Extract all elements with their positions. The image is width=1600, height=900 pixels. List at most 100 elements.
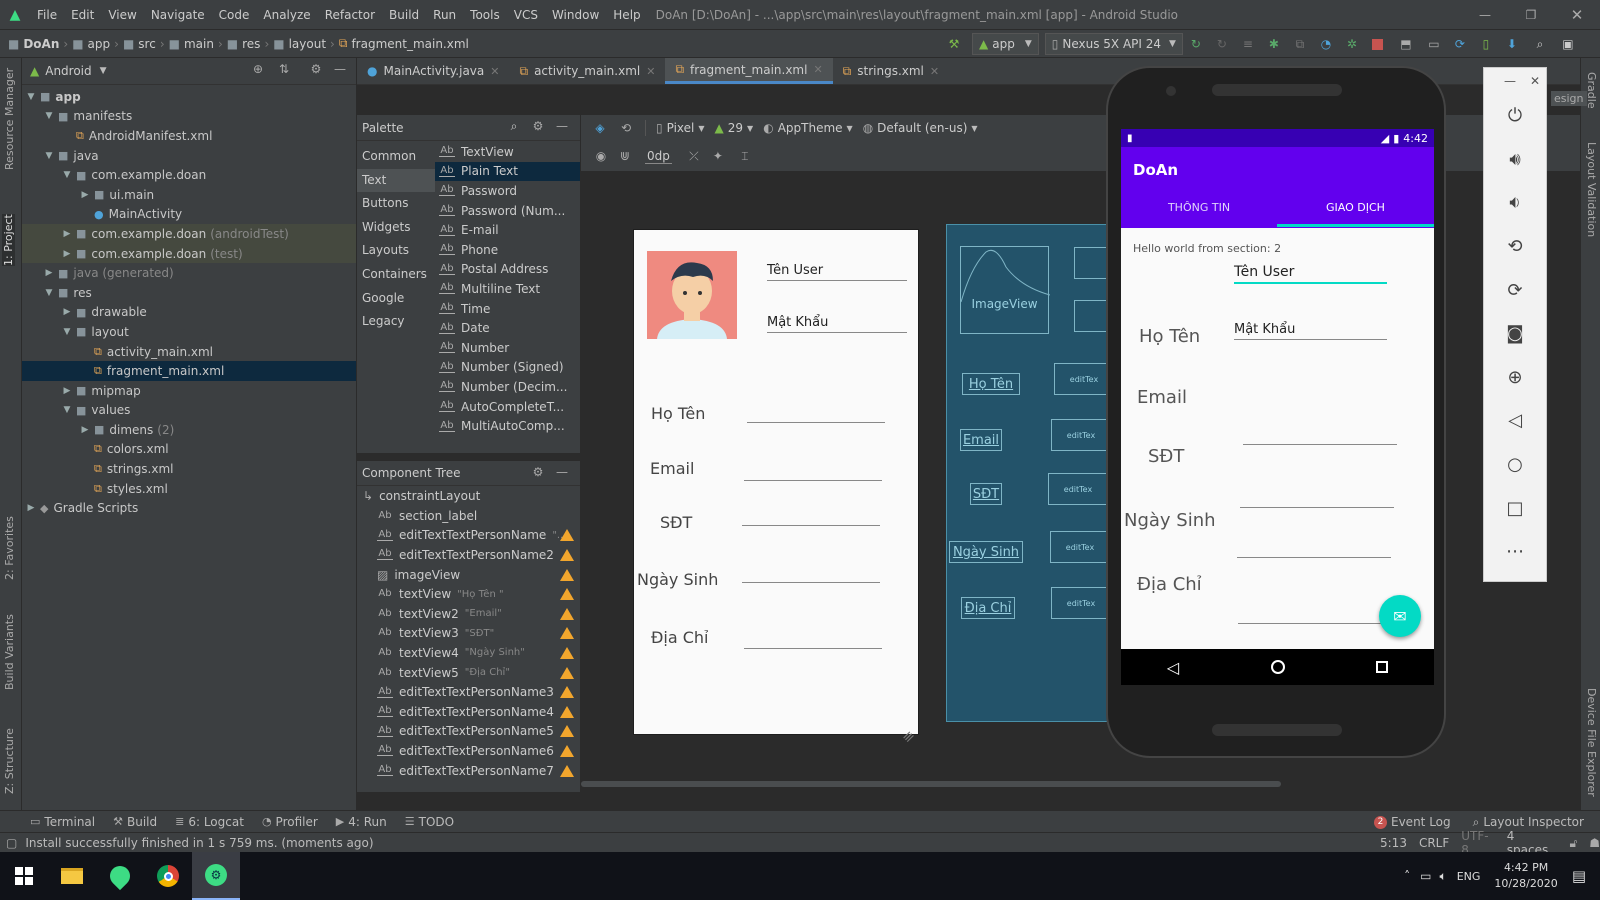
collapsed-arrow-icon[interactable]: ▶ [78,425,92,435]
theme-select[interactable]: AppTheme [778,121,843,135]
expanded-arrow-icon[interactable]: ▼ [60,327,74,337]
tree-item[interactable]: ▶ ■ dimens (2) [22,420,356,440]
menu-help[interactable]: Help [613,8,640,22]
palette-category[interactable]: Text [357,168,435,193]
phone-extra-line[interactable] [1237,557,1391,558]
editor-tab[interactable]: ⧉ strings.xml ✕ [833,58,949,84]
component-item[interactable]: Ab textView5 "Địa Chỉ" [357,663,580,683]
component-item[interactable]: Ab textView "Họ Tên " [357,584,580,604]
warning-icon[interactable] [560,607,574,620]
tree-item[interactable]: ▶ ◆ Gradle Scripts [22,498,356,518]
gear-icon[interactable]: ⚙ [529,465,547,479]
emulator-close-icon[interactable]: ✕ [1530,74,1540,88]
palette-item[interactable]: Ab Plain Text [435,161,580,182]
password-field[interactable]: Mật Khẩu [767,315,907,333]
tree-item[interactable]: ● MainActivity [22,205,356,225]
chrome-icon[interactable] [144,852,192,900]
palette-category[interactable]: Google [357,287,435,311]
collapsed-arrow-icon[interactable]: ▶ [24,503,38,513]
menu-navigate[interactable]: Navigate [151,8,205,22]
component-item[interactable]: Ab editTextTextPersonName7 [357,761,580,781]
project-tab[interactable]: 1: Project [2,214,15,266]
api-select[interactable]: 29 [728,121,743,135]
component-item[interactable]: Ab section_label [357,506,580,526]
palette-category[interactable]: Buttons [357,192,435,216]
sync-icon[interactable]: ⬒ [1391,37,1421,51]
tree-item[interactable]: ▶ ■ com.example.doan (androidTest) [22,224,356,244]
menu-analyze[interactable]: Analyze [263,8,310,22]
warning-icon[interactable] [560,725,574,738]
editor-tab[interactable]: ⧉ activity_main.xml ✕ [509,58,665,84]
volume-icon[interactable]: 🔈︎ [1440,869,1447,884]
close-icon[interactable]: ✕ [1554,6,1600,24]
hide-icon[interactable]: — [553,465,571,479]
file-explorer-icon[interactable] [48,852,96,900]
nav-home-icon[interactable] [1270,660,1285,674]
layers-icon[interactable]: ◈ [589,121,611,135]
collapsed-arrow-icon[interactable]: ▶ [60,307,74,317]
infer-constraints-icon[interactable]: ✦ [706,149,730,163]
sdk-manager-icon[interactable]: ⬇ [1499,37,1525,51]
tray-chevron-icon[interactable]: ˄ [1404,869,1410,883]
run-config-select[interactable]: ▲ app ▼ [972,33,1039,55]
tool-window-button[interactable]: ☰ TODO [405,815,454,829]
device-select[interactable]: ▯ Nexus 5X API 24 ▼ [1044,33,1183,55]
search-icon[interactable]: ⌕ [1525,37,1555,52]
menu-view[interactable]: View [108,8,136,22]
tool-window-button[interactable]: ▶ 4: Run [336,815,387,829]
avd-manager-icon[interactable]: ▯ [1473,37,1499,51]
phone-password-field[interactable]: Mật Khẩu [1234,322,1387,340]
tree-item[interactable]: ▶ ■ com.example.doan (test) [22,243,356,264]
palette-item[interactable]: Ab Postal Address [435,260,580,280]
device-file-explorer-tab[interactable]: Device File Explorer [1585,688,1598,797]
tree-item[interactable]: ▼ ■ java [22,146,356,166]
tab-giao-dich[interactable]: GIAO DỊCH [1277,201,1434,214]
palette-item[interactable]: Ab Date [435,318,580,338]
tree-item[interactable]: ▼ ■ values [22,401,356,421]
event-log-button[interactable]: 2 Event Log [1374,815,1451,829]
tree-item[interactable]: ⧉ activity_main.xml [22,342,356,362]
collapsed-arrow-icon[interactable]: ▶ [60,249,74,259]
collapsed-arrow-icon[interactable]: ▶ [60,386,74,396]
editor-tab[interactable]: ● MainActivity.java ✕ [357,58,509,84]
palette-category[interactable]: Common [357,145,435,169]
locate-icon[interactable]: ⊕ [248,62,268,76]
tool-window-button[interactable]: ▭ Terminal [30,815,95,829]
layout-inspector-button[interactable]: ⌕ Layout Inspector [1473,815,1584,830]
hide-icon[interactable]: — [553,119,571,133]
palette-item[interactable]: Ab E-mail [435,220,580,240]
menu-run[interactable]: Run [433,8,456,22]
warning-icon[interactable] [560,588,574,601]
menu-edit[interactable]: Edit [71,8,94,22]
layout-validation-tab[interactable]: Layout Validation [1585,142,1598,237]
warning-icon[interactable] [560,627,574,640]
close-tab-icon[interactable]: ✕ [646,65,655,78]
menu-window[interactable]: Window [552,8,599,22]
resource-manager-tab[interactable]: Resource Manager [3,68,16,170]
palette-item[interactable]: Ab Multiline Text [435,279,580,299]
palette-category[interactable]: Widgets [357,216,435,240]
attach-icon[interactable]: ⧉ [1287,37,1313,52]
component-item[interactable]: Ab textView4 "Ngày Sinh" [357,643,580,663]
collapsed-arrow-icon[interactable]: ▶ [78,190,92,200]
volume-up-icon[interactable]: 🔊︎ [1484,138,1546,182]
rotate-right-icon[interactable]: ⟳ [1484,268,1546,312]
breadcrumb-item[interactable]: ■ DoAn › [8,37,68,51]
palette-item[interactable]: Ab Password (Num... [435,201,580,221]
expanded-arrow-icon[interactable]: ▼ [42,288,56,298]
design-mode-label[interactable]: esign [1551,91,1587,106]
tree-item[interactable]: ▶ ■ ui.main [22,185,356,205]
tree-item[interactable]: ⧉ fragment_main.xml [22,361,356,381]
hector-icon[interactable]: ☗ [1589,836,1600,850]
canvas-scrollbar[interactable] [581,781,1281,787]
tree-item[interactable]: ▶ ■ drawable [22,303,356,323]
palette-item[interactable]: Ab Number [435,338,580,358]
notifications-icon[interactable]: ▤ [1572,867,1586,885]
menu-build[interactable]: Build [389,8,419,22]
debug-icon[interactable]: ✱ [1261,37,1287,51]
breadcrumb-item[interactable]: ■ layout › [273,37,335,51]
component-item[interactable]: Ab editTextTextPersonName2 [357,545,580,565]
warning-icon[interactable] [560,568,574,581]
home-icon[interactable]: ○ [1484,443,1546,487]
maps-app-icon[interactable] [96,852,144,900]
